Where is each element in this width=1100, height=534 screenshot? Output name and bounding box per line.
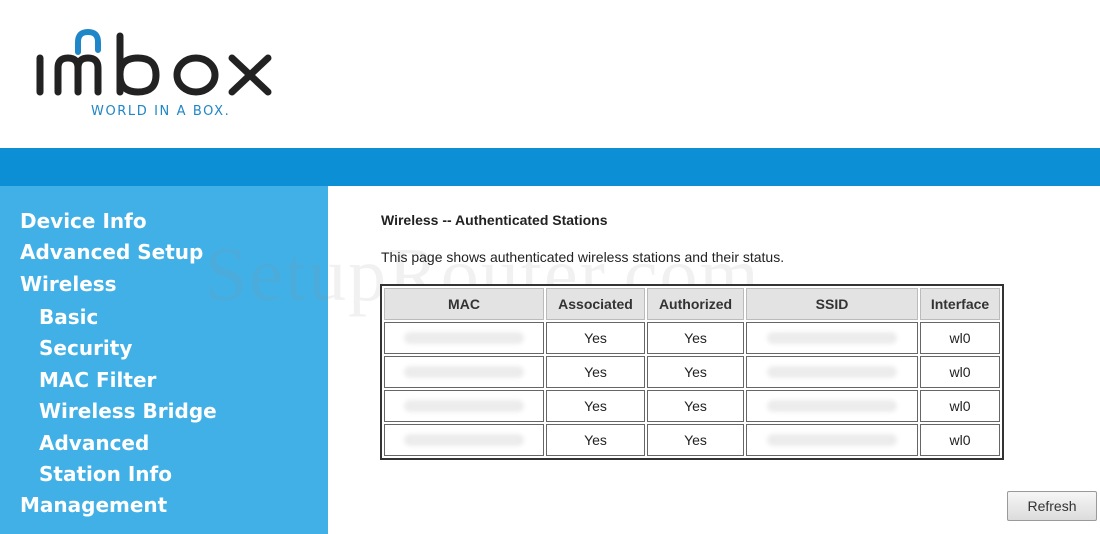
column-header-mac: MAC (384, 288, 544, 320)
column-header-associated: Associated (546, 288, 645, 320)
mac-cell-redacted (384, 390, 544, 422)
sidebar-item-wireless-bridge[interactable]: Wireless Bridge (39, 399, 217, 423)
sidebar-item-management[interactable]: Management (20, 493, 167, 517)
sidebar-nav: Device Info Advanced Setup Wireless Basi… (0, 186, 328, 534)
table-row: Yes Yes wl0 (384, 356, 1000, 388)
sidebar-item-security[interactable]: Security (39, 336, 132, 360)
header: WORLD IN A BOX. (0, 0, 1100, 148)
column-header-interface: Interface (920, 288, 1000, 320)
column-header-authorized: Authorized (647, 288, 744, 320)
authorized-cell: Yes (647, 322, 744, 354)
authorized-cell: Yes (647, 424, 744, 456)
associated-cell: Yes (546, 390, 645, 422)
interface-cell: wl0 (920, 322, 1000, 354)
authorized-cell: Yes (647, 390, 744, 422)
table-row: Yes Yes wl0 (384, 322, 1000, 354)
associated-cell: Yes (546, 356, 645, 388)
ssid-cell-redacted (746, 356, 918, 388)
ssid-cell-redacted (746, 322, 918, 354)
tagline: WORLD IN A BOX. (91, 104, 231, 119)
mac-cell-redacted (384, 424, 544, 456)
interface-cell: wl0 (920, 424, 1000, 456)
table-row: Yes Yes wl0 (384, 424, 1000, 456)
associated-cell: Yes (546, 424, 645, 456)
refresh-button[interactable]: Refresh (1007, 491, 1097, 521)
table-row: Yes Yes wl0 (384, 390, 1000, 422)
ssid-cell-redacted (746, 390, 918, 422)
sidebar-item-station-info[interactable]: Station Info (39, 462, 172, 486)
interface-cell: wl0 (920, 356, 1000, 388)
interface-cell: wl0 (920, 390, 1000, 422)
sidebar-item-wireless[interactable]: Wireless (20, 272, 117, 296)
table-header-row: MAC Associated Authorized SSID Interface (384, 288, 1000, 320)
sidebar-item-device-info[interactable]: Device Info (20, 209, 147, 233)
page-description: This page shows authenticated wireless s… (381, 249, 785, 265)
ssid-cell-redacted (746, 424, 918, 456)
sidebar-item-advanced[interactable]: Advanced (39, 431, 149, 455)
sidebar-item-mac-filter[interactable]: MAC Filter (39, 368, 156, 392)
associated-cell: Yes (546, 322, 645, 354)
sidebar-item-basic[interactable]: Basic (39, 305, 98, 329)
stations-table: MAC Associated Authorized SSID Interface… (380, 284, 1004, 460)
mac-cell-redacted (384, 322, 544, 354)
page-title: Wireless -- Authenticated Stations (381, 212, 608, 228)
mac-cell-redacted (384, 356, 544, 388)
top-banner-bar (0, 148, 1100, 186)
sidebar-item-advanced-setup[interactable]: Advanced Setup (20, 240, 203, 264)
column-header-ssid: SSID (746, 288, 918, 320)
authorized-cell: Yes (647, 356, 744, 388)
